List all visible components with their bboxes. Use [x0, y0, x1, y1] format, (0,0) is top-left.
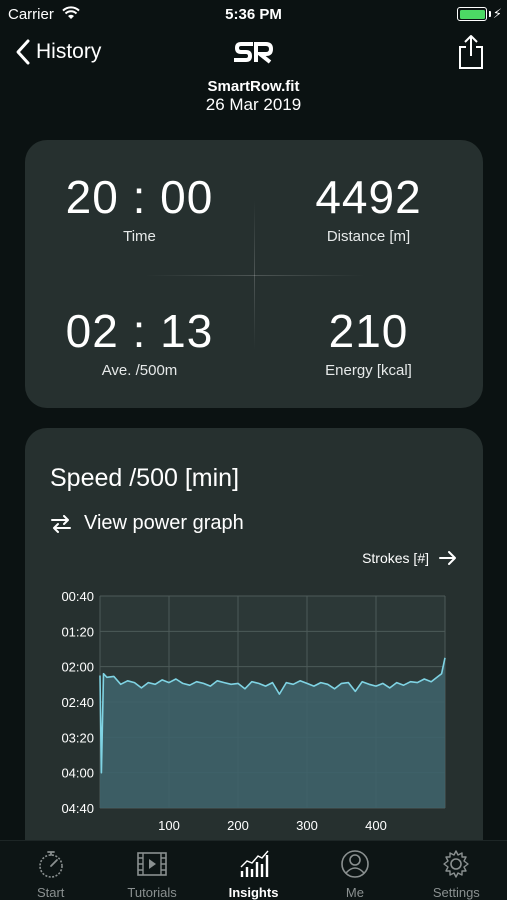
- y-tick-label: 04:40: [61, 801, 94, 816]
- distance-value: 4492: [315, 171, 422, 223]
- tab-start[interactable]: Start: [0, 841, 101, 900]
- strokes-label: Strokes [#]: [362, 550, 429, 566]
- x-tick-label: 300: [296, 818, 318, 833]
- summary-card: 20 : 00 Time 4492 Distance [m] 02 : 13 A…: [25, 140, 483, 408]
- y-tick-label: 00:40: [61, 589, 94, 604]
- tab-me-label: Me: [345, 885, 364, 900]
- status-bar: Carrier 5:36 PM ⚡: [0, 0, 507, 30]
- film-icon: [137, 852, 167, 876]
- avg-pace-label: Ave. /500m: [101, 362, 178, 379]
- arrow-right-icon: [439, 551, 456, 565]
- x-tick-label: 100: [158, 818, 180, 833]
- avg-pace-value: 02 : 13: [65, 305, 214, 357]
- battery-icon: [457, 7, 487, 21]
- stat-energy: 210 Energy [kcal]: [254, 308, 483, 379]
- energy-label: Energy [kcal]: [325, 362, 412, 379]
- speed-chart: 00:40 01:20 02:00 02:40 03:20 04:00 04:40 100 20…: [61, 589, 446, 833]
- stopwatch-icon: [38, 851, 63, 878]
- back-button[interactable]: History: [14, 38, 101, 66]
- y-tick-label: 03:20: [61, 730, 94, 745]
- time-value: 20 : 00: [65, 171, 214, 223]
- brand-name: SmartRow.fit: [207, 78, 300, 95]
- charging-bolt-icon: ⚡: [492, 6, 502, 21]
- person-icon: [341, 850, 369, 878]
- battery-cap: [489, 11, 491, 17]
- tab-bar: Start Tutorials Insights Me Settings: [0, 840, 507, 900]
- tab-insights-label: Insights: [228, 885, 279, 900]
- smartrow-logo-icon: [234, 42, 274, 64]
- gear-icon: [443, 850, 470, 878]
- y-tick-label: 02:00: [61, 660, 94, 675]
- tab-start-label: Start: [36, 885, 65, 900]
- divider-horizontal: [145, 275, 365, 276]
- x-tick-label: 200: [227, 818, 249, 833]
- time-label: Time: [123, 228, 156, 245]
- graph-title: Speed /500 [min]: [50, 464, 240, 492]
- tab-insights[interactable]: Insights: [203, 841, 304, 900]
- tab-settings-label: Settings: [432, 885, 480, 900]
- y-tick-label: 01:20: [61, 624, 94, 639]
- y-tick-label: 02:40: [61, 695, 94, 710]
- y-tick-label: 04:00: [61, 766, 94, 781]
- chevron-left-icon: [16, 39, 30, 65]
- tab-me[interactable]: Me: [304, 841, 405, 900]
- swap-arrows-icon: [51, 514, 71, 533]
- stat-avg-pace: 02 : 13 Ave. /500m: [25, 308, 254, 379]
- energy-value: 210: [328, 305, 409, 357]
- tab-settings[interactable]: Settings: [406, 841, 507, 900]
- stat-distance: 4492 Distance [m]: [254, 174, 483, 245]
- tab-tutorials-label: Tutorials: [127, 885, 177, 900]
- status-time: 5:36 PM: [225, 6, 282, 23]
- tab-tutorials[interactable]: Tutorials: [101, 841, 202, 900]
- view-power-graph-button[interactable]: View power graph: [50, 512, 244, 535]
- back-label: History: [36, 40, 102, 63]
- x-tick-label: 400: [365, 818, 387, 833]
- session-date: 26 Mar 2019: [205, 95, 302, 114]
- distance-label: Distance [m]: [326, 228, 411, 245]
- stat-time: 20 : 00 Time: [25, 174, 254, 245]
- share-icon[interactable]: [456, 34, 486, 70]
- bar-chart-icon: [240, 850, 269, 877]
- speed-graph-card: Speed /500 [min] View power graph Stroke…: [25, 428, 483, 848]
- view-power-label: View power graph: [84, 512, 244, 534]
- strokes-axis-button[interactable]: Strokes [#]: [362, 550, 457, 566]
